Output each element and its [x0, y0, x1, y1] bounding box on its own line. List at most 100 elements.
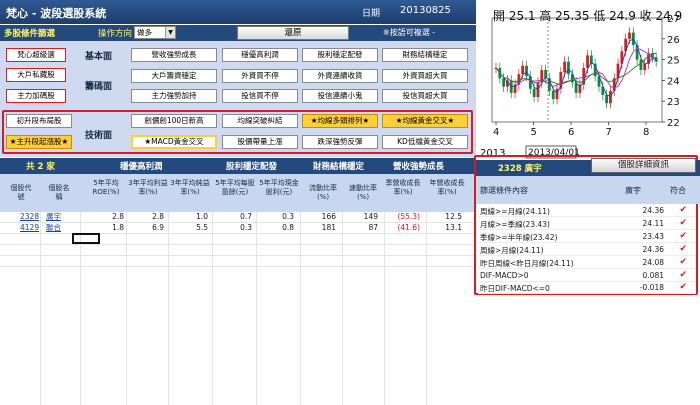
check-icon: ✔ [679, 231, 687, 241]
detail-column-headers: 篩選條件內容 廣宇 符合 [476, 176, 700, 204]
group-high-profit: 穩優高利潤 [120, 162, 163, 172]
filter-rebound[interactable]: 跌深強勢反彈 [302, 135, 378, 149]
candle-body [551, 90, 555, 100]
candle-body [532, 88, 536, 98]
y-tick-label: 26 [667, 35, 680, 46]
group-finance: 財務結構穩定 [313, 162, 365, 172]
cell-cash-div: 0.3 [282, 212, 294, 221]
detail-col-stock: 廣宇 [625, 186, 641, 195]
stock-code-link[interactable]: 4129 [20, 222, 39, 233]
result-table-header: 共 2 家 穩優高利潤 股利穩定配發 財務結構穩定 營收強勢成長 [0, 158, 476, 174]
cell-y-growth: 12.5 [445, 212, 462, 221]
filter-foreign-buy[interactable]: 外資買不停 [222, 69, 298, 83]
condition-value: 0.081 [642, 271, 664, 280]
candlestick-chart[interactable]: 2726252423224 5 6 7 82013 2013/04/01 [478, 0, 700, 160]
filter-stable-finance[interactable]: 財務結構穩定 [382, 48, 468, 62]
filter-ma-golden-cross[interactable]: ★均線黃金交叉★ [382, 114, 468, 128]
date-label: 日期 [362, 9, 381, 19]
cell-cash-div: 0.8 [282, 223, 294, 232]
candle-body [639, 59, 643, 70]
stock-name-link[interactable]: 廣宇 [46, 211, 61, 222]
filter-stable-dividend[interactable]: 股利穩定配發 [302, 48, 378, 62]
filter-kd-golden-cross[interactable]: KD低檔黃金交叉 [382, 135, 468, 149]
stock-code-link[interactable]: 2328 [20, 211, 39, 222]
cell-q-growth: (41.6) [397, 223, 420, 232]
direction-select[interactable]: 做多 ▼ [134, 26, 176, 39]
direction-value: 做多 [137, 28, 152, 37]
filter-foreign-big-buy[interactable]: 外資買超大買 [382, 69, 468, 83]
candle-body [502, 78, 506, 87]
col-name: 個股名稱 [48, 184, 70, 201]
condition-row: 昨日周線<昨日月線(24.11) 24.08 ✔ [478, 257, 696, 269]
condition-value: 24.36 [642, 206, 664, 215]
check-icon: ✔ [679, 244, 687, 254]
condition-text: DIF-MACD>0 [480, 271, 529, 280]
filter-trust-big-buy[interactable]: 投信買超大買 [382, 89, 468, 103]
y-tick-label: 22 [667, 118, 680, 129]
chevron-down-icon[interactable]: ▼ [165, 27, 175, 38]
condition-row: 季線>=半年線(23.42) 23.43 ✔ [478, 231, 696, 243]
check-icon: ✔ [679, 205, 687, 215]
candle-body [525, 65, 528, 77]
cell-eps: 0.7 [240, 212, 252, 221]
filter-revenue-growth[interactable]: 營收強勢成長 [131, 48, 217, 62]
cell-roe: 1.8 [112, 223, 124, 232]
filter-fanxin-super[interactable]: 梵心超級選 [6, 48, 66, 62]
cell-profit-rate: 2.8 [152, 212, 164, 221]
filter-big-holder[interactable]: 大戶籌資穩定 [131, 69, 217, 83]
check-icon: ✔ [679, 218, 687, 228]
col-roe: 5年平均ROE(%) [92, 179, 120, 196]
filter-trust-collect[interactable]: 投信連續小鬼 [302, 89, 378, 103]
filter-early-rise[interactable]: 初升段布局股 [6, 114, 72, 128]
cell-y-growth: 13.1 [445, 223, 462, 232]
condition-text: 月線>=季線(23.43) [480, 220, 550, 229]
stock-name-link[interactable]: 聯合 [46, 222, 61, 233]
group-dividend: 股利穩定配發 [226, 162, 278, 172]
cell-current-ratio: 166 [321, 212, 336, 221]
stock-chart[interactable]: 27 26 25 24 23 22 4 5 6 7 8 2013 2013/04/01 [478, 0, 700, 160]
cell-eps: 0.3 [240, 223, 252, 232]
filter-macd-golden-cross[interactable]: ★MACD黃金交叉 [131, 135, 217, 149]
group-revenue: 營收強勢成長 [393, 162, 445, 172]
condition-row: 月線>=季線(23.43) 24.11 ✔ [478, 218, 696, 230]
y-tick-label: 24 [667, 76, 680, 87]
filter-ma-breakout[interactable]: 均線突破糾結 [222, 114, 298, 128]
candle-body [609, 90, 612, 104]
category-chips: 籌碼面 [85, 82, 113, 92]
col-net-rate: 3年平均純益率(%) [170, 179, 210, 196]
filter-ma-bull-array[interactable]: ★均線多頭排列★ [302, 114, 378, 128]
filter-trust-buy[interactable]: 投信買不停 [222, 89, 298, 103]
direction-label: 操作方向 [98, 29, 133, 39]
filter-100day-high[interactable]: 創價創100日新高 [131, 114, 217, 128]
filter-panel: 梵心超級選 大戶私藏股 主力加碼股 基本面 籌碼面 技術面 營收強勢成長 穩優高… [0, 41, 476, 157]
filter-volume-rise[interactable]: 股價帶量上漲 [222, 135, 298, 149]
col-profit-rate: 3年平均利益率(%) [128, 179, 168, 196]
check-icon: ✔ [679, 257, 687, 267]
cell-q-growth: (55.3) [397, 212, 420, 221]
focused-cell[interactable] [72, 233, 100, 244]
check-icon: ✔ [679, 282, 687, 292]
title-bar: 梵心 - 波段選股系統 日期 20130825 [0, 0, 476, 24]
filter-foreign-collect[interactable]: 外資連續收貨 [302, 69, 378, 83]
column-headers: 個股代號 個股名稱 5年平均ROE(%) 3年平均利益率(%) 3年平均純益率(… [0, 174, 476, 212]
filter-main-rise[interactable]: ★主升段起漲股★ [6, 135, 72, 149]
x-tick-label: 5 [531, 127, 537, 138]
candle-body [563, 61, 567, 73]
filter-high-profit[interactable]: 穩優高利潤 [222, 48, 298, 62]
candle-body [567, 61, 570, 75]
detail-col-match: 符合 [670, 186, 686, 195]
x-tick-label: 4 [493, 127, 499, 138]
x-tick-label: 8 [643, 127, 649, 138]
filter-main-force-strong[interactable]: 主力強勢加持 [131, 89, 217, 103]
stock-detail-button[interactable]: 個股詳細資訊 [591, 158, 696, 173]
cell-net-rate: 1.0 [196, 212, 208, 221]
reset-button[interactable]: 還原 [237, 26, 349, 40]
col-y-growth: 年營收成長率(%) [429, 179, 465, 196]
filter-main-force[interactable]: 主力加碼股 [6, 89, 66, 103]
cell-quick-ratio: 87 [368, 223, 378, 232]
condition-value: -0.018 [639, 283, 664, 292]
detail-symbol: 2328 廣宇 [498, 164, 542, 174]
filter-big-player[interactable]: 大戶私藏股 [6, 68, 66, 82]
condition-text: 昨日DIF-MACD<=0 [480, 284, 550, 293]
condition-row: 周線>=月線(24.11) 24.36 ✔ [478, 205, 696, 217]
